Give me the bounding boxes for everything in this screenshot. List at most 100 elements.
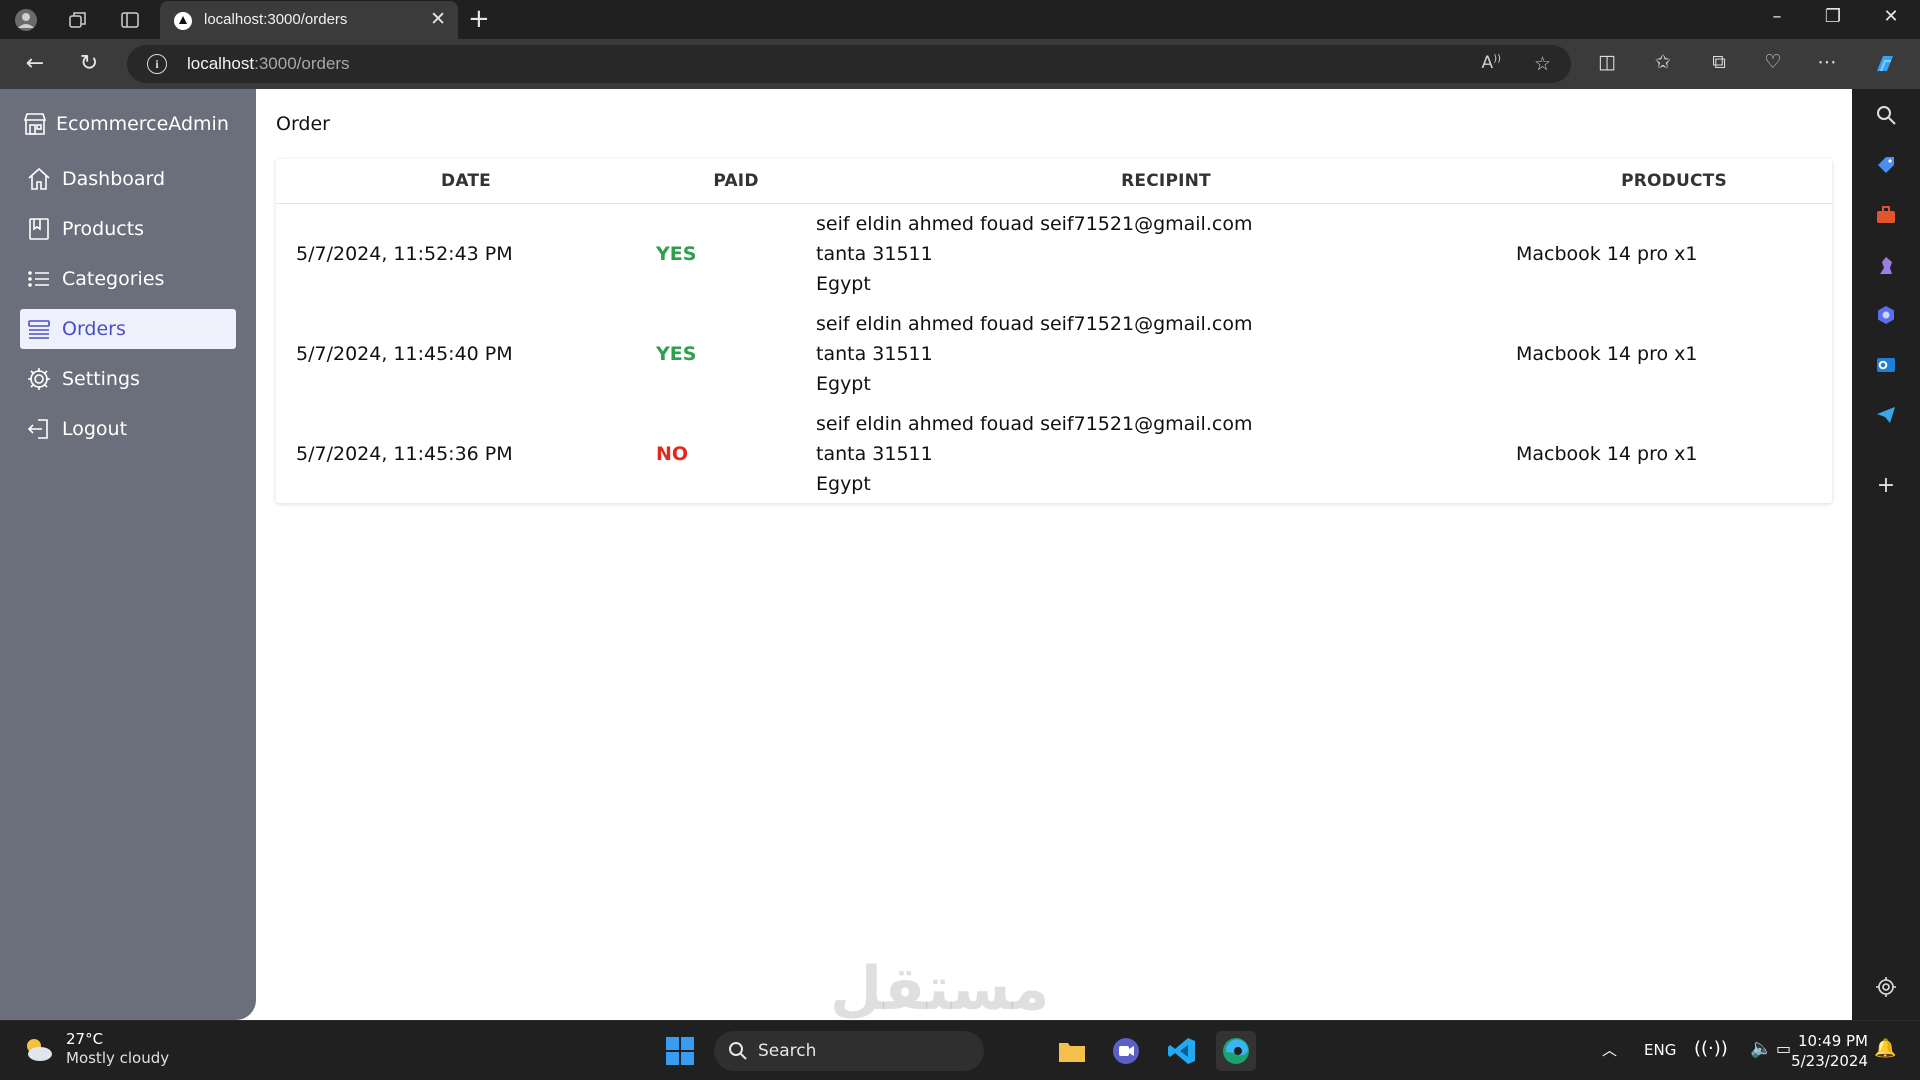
copilot-icon[interactable] bbox=[1872, 51, 1898, 82]
brand-logo[interactable]: EcommerceAdmin bbox=[22, 111, 229, 137]
active-tab[interactable]: localhost:3000/orders ✕ bbox=[160, 1, 458, 39]
tools-briefcase-icon[interactable] bbox=[1874, 203, 1898, 227]
add-sidebar-app-icon[interactable]: + bbox=[1874, 473, 1898, 498]
order-recipient: seif eldin ahmed fouad seif71521@gmail.c… bbox=[816, 204, 1516, 304]
sidebar-item-settings[interactable]: Settings bbox=[20, 359, 236, 399]
archive-icon bbox=[29, 218, 49, 240]
table-row: 5/7/2024, 11:52:43 PM YES seif eldin ahm… bbox=[276, 204, 1832, 304]
recipient-name-email: seif eldin ahmed fouad seif71521@gmail.c… bbox=[816, 412, 1253, 435]
weather-temp: 27°C bbox=[66, 1030, 104, 1048]
reload-icon[interactable]: ↻ bbox=[76, 51, 102, 77]
table-row: 5/7/2024, 11:45:36 PM NO seif eldin ahme… bbox=[276, 404, 1832, 504]
main-content: Order DATE PAID RECIPINT PRODUCTS 5/7/20… bbox=[276, 89, 1852, 1020]
sidebar-item-label: Settings bbox=[62, 368, 140, 390]
taskbar-search[interactable]: Search bbox=[714, 1031, 984, 1071]
sidebar-settings-icon[interactable] bbox=[1874, 975, 1898, 999]
read-aloud-icon[interactable]: A)) bbox=[1482, 53, 1501, 73]
clock-date: 5/23/2024 bbox=[1791, 1052, 1868, 1070]
edge-app[interactable] bbox=[1216, 1031, 1256, 1071]
show-hidden-icons-chevron[interactable]: ︿ bbox=[1602, 1039, 1617, 1060]
split-screen-icon[interactable]: ◫ bbox=[1594, 51, 1620, 73]
sidebar-item-categories[interactable]: Categories bbox=[20, 259, 236, 299]
home-icon bbox=[28, 167, 50, 190]
sidebar-item-products[interactable]: Products bbox=[20, 209, 236, 249]
order-recipient: seif eldin ahmed fouad seif71521@gmail.c… bbox=[816, 404, 1516, 504]
more-options-icon[interactable]: ⋯ bbox=[1814, 51, 1840, 73]
order-date: 5/7/2024, 11:45:40 PM bbox=[296, 342, 513, 365]
volume-icon[interactable]: 🔈 bbox=[1750, 1038, 1772, 1059]
browser-tab-strip: localhost:3000/orders ✕ + – ❐ ✕ bbox=[0, 0, 1920, 39]
page-viewport: EcommerceAdmin Dashboard Products Catego… bbox=[0, 89, 1852, 1020]
wifi-icon[interactable]: ((·)) bbox=[1694, 1038, 1728, 1059]
outlook-icon[interactable] bbox=[1874, 353, 1898, 377]
clock-time: 10:49 PM bbox=[1798, 1032, 1868, 1050]
page-title: Order bbox=[276, 113, 330, 135]
watermark-logo: مستقل bbox=[830, 954, 1050, 1024]
favorites-icon[interactable]: ✩ bbox=[1650, 51, 1676, 73]
cloud-sun-icon bbox=[27, 1039, 52, 1061]
restore-icon[interactable]: ❐ bbox=[1818, 6, 1848, 27]
sidebar-item-label: Logout bbox=[62, 418, 128, 440]
order-products: Macbook 14 pro x1 bbox=[1516, 442, 1698, 465]
new-tab-icon[interactable]: + bbox=[468, 5, 490, 33]
order-paid-status: YES bbox=[656, 242, 697, 265]
notification-bell-icon[interactable]: 🔔 bbox=[1874, 1038, 1896, 1059]
recipient-country: Egypt bbox=[816, 372, 871, 395]
telegram-send-icon[interactable] bbox=[1874, 403, 1898, 427]
column-header-date: DATE bbox=[276, 159, 656, 204]
table-header-row: DATE PAID RECIPINT PRODUCTS bbox=[276, 159, 1832, 204]
workspaces-icon[interactable] bbox=[66, 8, 90, 32]
browser-essentials-icon[interactable]: ♡ bbox=[1760, 51, 1786, 73]
column-header-products: PRODUCTS bbox=[1516, 159, 1832, 204]
order-recipient: seif eldin ahmed fouad seif71521@gmail.c… bbox=[816, 304, 1516, 404]
orders-table-card: DATE PAID RECIPINT PRODUCTS 5/7/2024, 11… bbox=[276, 159, 1832, 503]
list-icon bbox=[28, 271, 49, 287]
vscode-app[interactable] bbox=[1162, 1031, 1202, 1071]
collections-icon[interactable]: ⧉ bbox=[1706, 51, 1732, 73]
windows-taskbar: 27°C Mostly cloudy Search ︿ ENG ((·)) 🔈 … bbox=[0, 1020, 1920, 1080]
store-icon bbox=[23, 113, 47, 135]
sidebar-item-dashboard[interactable]: Dashboard bbox=[20, 159, 236, 199]
url-text[interactable]: localhost:3000/orders bbox=[187, 54, 350, 74]
language-indicator[interactable]: ENG bbox=[1644, 1041, 1676, 1059]
sidebar-item-label: Orders bbox=[62, 318, 126, 340]
edge-icon bbox=[1223, 1038, 1249, 1064]
queue-list-icon bbox=[28, 320, 50, 339]
recipient-country: Egypt bbox=[816, 472, 871, 495]
favorite-star-icon[interactable]: ☆ bbox=[1534, 53, 1551, 75]
order-products: Macbook 14 pro x1 bbox=[1516, 242, 1698, 265]
address-bar[interactable]: i localhost:3000/orders A)) ☆ bbox=[127, 45, 1571, 83]
order-date: 5/7/2024, 11:52:43 PM bbox=[296, 242, 513, 265]
vertical-tabs-icon[interactable] bbox=[118, 8, 142, 32]
search-icon[interactable] bbox=[1874, 103, 1898, 127]
url-host: localhost bbox=[187, 54, 255, 73]
games-chess-icon[interactable] bbox=[1874, 253, 1898, 277]
back-arrow-icon[interactable]: ← bbox=[22, 51, 48, 77]
windows-logo-icon bbox=[666, 1037, 694, 1065]
order-paid-status: NO bbox=[656, 442, 689, 465]
teams-meet-app[interactable] bbox=[1106, 1031, 1146, 1071]
minimize-icon[interactable]: – bbox=[1762, 6, 1792, 27]
copilot-hex-icon[interactable] bbox=[1874, 303, 1898, 327]
profile-avatar-icon[interactable] bbox=[14, 8, 38, 32]
close-window-icon[interactable]: ✕ bbox=[1876, 6, 1906, 27]
orders-table: DATE PAID RECIPINT PRODUCTS 5/7/2024, 11… bbox=[276, 159, 1832, 504]
shopping-tag-icon[interactable] bbox=[1874, 153, 1898, 177]
info-icon[interactable]: i bbox=[147, 54, 167, 74]
logout-icon bbox=[27, 419, 48, 439]
recipient-country: Egypt bbox=[816, 272, 871, 295]
sidebar-item-orders[interactable]: Orders bbox=[20, 309, 236, 349]
battery-icon[interactable]: ▭ bbox=[1776, 1039, 1791, 1058]
admin-sidebar: EcommerceAdmin Dashboard Products Catego… bbox=[0, 89, 256, 1020]
vscode-icon bbox=[1168, 1038, 1195, 1064]
table-row: 5/7/2024, 11:45:40 PM YES seif eldin ahm… bbox=[276, 304, 1832, 404]
folder-icon bbox=[1059, 1043, 1085, 1062]
file-explorer-app[interactable] bbox=[1052, 1031, 1092, 1071]
column-header-paid: PAID bbox=[656, 159, 816, 204]
start-button[interactable] bbox=[660, 1031, 700, 1071]
weather-widget[interactable]: 27°C Mostly cloudy bbox=[20, 1030, 169, 1068]
video-chat-icon bbox=[1113, 1038, 1139, 1064]
system-clock[interactable]: 10:49 PM 5/23/2024 bbox=[1791, 1031, 1868, 1071]
sidebar-item-logout[interactable]: Logout bbox=[20, 409, 236, 449]
tab-close-icon[interactable]: ✕ bbox=[430, 8, 446, 30]
